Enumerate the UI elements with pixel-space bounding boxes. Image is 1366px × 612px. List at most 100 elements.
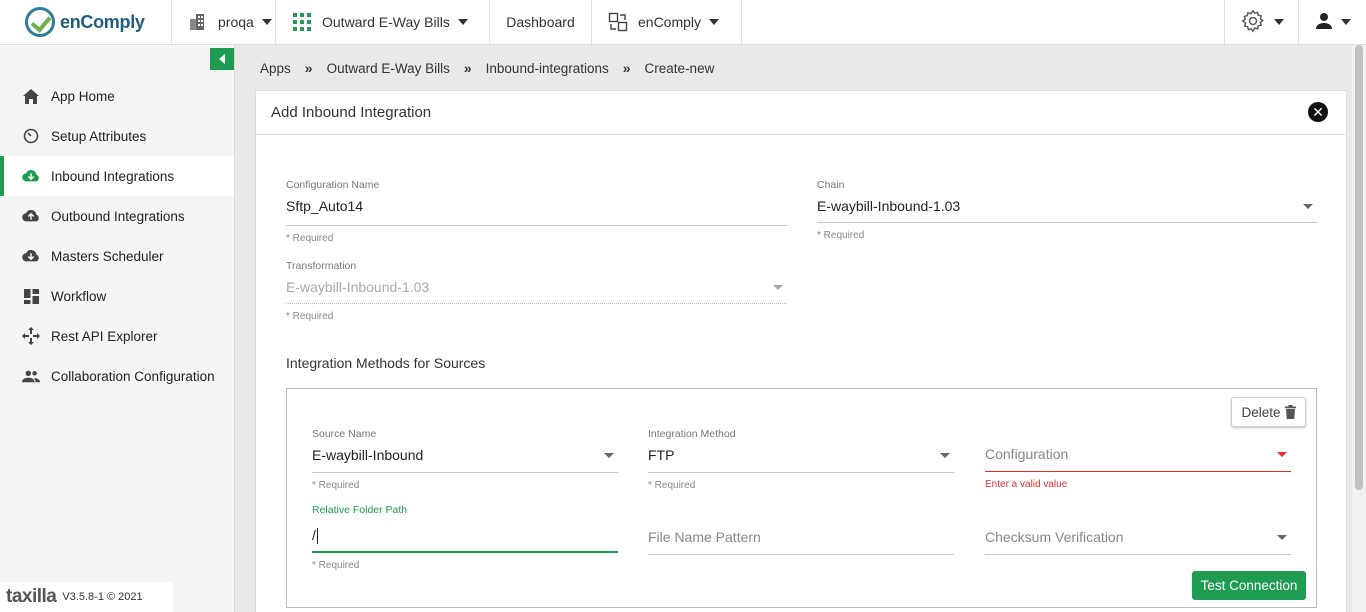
brand-name: enComply	[60, 11, 145, 32]
app-switcher[interactable]: Outward E-Way Bills	[276, 0, 490, 44]
people-icon	[22, 367, 40, 385]
taxilla-logo: taxilla	[6, 586, 57, 607]
page-scrollbar[interactable]	[1352, 45, 1366, 612]
close-icon[interactable]: ✕	[1308, 102, 1328, 122]
timer-icon	[22, 127, 40, 145]
section-title: Integration Methods for Sources	[286, 355, 486, 371]
sidebar-item-label: Inbound Integrations	[51, 168, 175, 184]
source-name-field: Source Name E-waybill-Inbound * Required	[312, 428, 618, 491]
brand-logo[interactable]: enComply	[0, 0, 172, 44]
chevron-down-icon	[940, 453, 950, 458]
scrollbar-thumb[interactable]	[1355, 45, 1363, 490]
required-hint: * Required	[312, 560, 360, 571]
chevron-down-icon	[1277, 535, 1287, 540]
cloud-download-icon	[22, 167, 40, 185]
field-label: Relative Folder Path	[312, 504, 408, 516]
org-name: proqa	[218, 14, 254, 30]
settings-menu[interactable]	[1224, 0, 1298, 44]
user-icon	[1315, 12, 1333, 33]
delete-button[interactable]: Delete	[1231, 397, 1306, 427]
gear-icon	[1240, 8, 1266, 37]
sidebar: App Home Setup Attributes Inbound Integr…	[0, 45, 235, 612]
chevron-down-icon	[457, 19, 468, 25]
cloud-download-icon	[22, 247, 40, 265]
text-cursor	[316, 528, 318, 545]
sidebar-item-label: Setup Attributes	[51, 128, 147, 144]
chevron-left-icon	[219, 54, 225, 64]
dashboard-grid-icon	[22, 287, 40, 305]
configuration-field: Configuration Enter a valid value	[985, 441, 1291, 490]
sidebar-item-collaboration-configuration[interactable]: Collaboration Configuration	[0, 356, 234, 396]
breadcrumb-apps[interactable]: Apps	[260, 61, 291, 76]
dashboard-link[interactable]: Dashboard	[490, 0, 592, 44]
integration-method-select[interactable]: FTP	[648, 447, 954, 473]
breadcrumb: Apps » Outward E-Way Bills » Inbound-int…	[260, 60, 714, 76]
sidebar-item-label: Masters Scheduler	[51, 248, 164, 264]
configuration-select[interactable]: Configuration	[985, 446, 1291, 472]
dashboard-label: Dashboard	[506, 14, 575, 30]
sidebar-item-label: App Home	[51, 88, 115, 104]
breadcrumb-separator: »	[463, 60, 472, 76]
sidebar-item-label: Rest API Explorer	[51, 328, 158, 344]
sidebar-menu: App Home Setup Attributes Inbound Integr…	[0, 76, 234, 396]
test-connection-button[interactable]: Test Connection	[1192, 571, 1306, 600]
checksum-verification-placeholder: Checksum Verification	[985, 529, 1124, 545]
relative-folder-path-field: Relative Folder Path / * Required	[312, 504, 618, 571]
chevron-down-icon	[1303, 204, 1313, 209]
chain-value: E-waybill-Inbound-1.03	[817, 198, 961, 214]
transformation-field: Transformation E-waybill-Inbound-1.03 * …	[286, 260, 787, 322]
required-hint: * Required	[312, 480, 360, 491]
file-name-pattern-field: File Name Pattern	[648, 517, 954, 555]
breadcrumb-separator: »	[622, 60, 631, 76]
chain-field: Chain E-waybill-Inbound-1.03 * Required	[817, 179, 1317, 241]
checksum-verification-select[interactable]: Checksum Verification	[985, 524, 1291, 555]
field-label: Chain	[817, 179, 845, 191]
sidebar-item-setup-attributes[interactable]: Setup Attributes	[0, 116, 234, 156]
error-hint: Enter a valid value	[985, 479, 1068, 490]
product-name: enComply	[638, 14, 702, 30]
integration-method-field: Integration Method FTP * Required	[648, 428, 954, 491]
sidebar-item-inbound-integrations[interactable]: Inbound Integrations	[0, 156, 234, 196]
chevron-down-icon	[604, 453, 614, 458]
file-name-pattern-placeholder: File Name Pattern	[648, 529, 761, 545]
product-switcher[interactable]: enComply	[592, 0, 742, 44]
sidebar-item-label: Collaboration Configuration	[51, 368, 215, 384]
transformation-select: E-waybill-Inbound-1.03	[286, 279, 787, 304]
field-label: Configuration Name	[286, 179, 380, 191]
add-integration-panel: Add Inbound Integration ✕ Configuration …	[255, 90, 1347, 612]
sidebar-item-masters-scheduler[interactable]: Masters Scheduler	[0, 236, 234, 276]
sidebar-item-workflow[interactable]: Workflow	[0, 276, 234, 316]
checksum-verification-field: Checksum Verification	[985, 517, 1291, 555]
building-icon	[188, 13, 208, 31]
chevron-down-icon	[261, 19, 272, 25]
encomply-logo-icon	[25, 7, 55, 37]
version-text: V3.5.8-1 © 2021	[62, 591, 143, 603]
chevron-down-icon	[1340, 19, 1351, 25]
breadcrumb-separator: »	[304, 60, 313, 76]
delete-label: Delete	[1241, 404, 1281, 420]
cloud-upload-icon	[22, 207, 40, 225]
footer-brand: taxilla V3.5.8-1 © 2021	[0, 582, 173, 612]
source-name-select[interactable]: E-waybill-Inbound	[312, 447, 618, 473]
field-label: Source Name	[312, 428, 377, 440]
file-name-pattern-input[interactable]: File Name Pattern	[648, 524, 954, 555]
org-switcher[interactable]: proqa	[172, 0, 276, 44]
breadcrumb-inbound[interactable]: Inbound-integrations	[486, 61, 609, 76]
sidebar-item-app-home[interactable]: App Home	[0, 76, 234, 116]
field-label: Integration Method	[648, 428, 736, 440]
configuration-name-input[interactable]: Sftp_Auto14	[286, 198, 787, 226]
relative-folder-path-input[interactable]: /	[312, 523, 618, 553]
field-label: Transformation	[286, 260, 357, 272]
transformation-value: E-waybill-Inbound-1.03	[286, 279, 430, 295]
relative-path-value: /	[312, 527, 316, 543]
sidebar-item-rest-api-explorer[interactable]: Rest API Explorer	[0, 316, 234, 356]
collapse-sidebar-button[interactable]	[210, 48, 234, 70]
sidebar-item-outbound-integrations[interactable]: Outbound Integrations	[0, 196, 234, 236]
chain-select[interactable]: E-waybill-Inbound-1.03	[817, 198, 1317, 223]
top-bar: enComply proqa Outward E-Way Bills Dashb…	[0, 0, 1366, 45]
app-name: Outward E-Way Bills	[322, 14, 450, 30]
panel-header: Add Inbound Integration	[256, 91, 1346, 135]
breadcrumb-app[interactable]: Outward E-Way Bills	[327, 61, 450, 76]
user-menu[interactable]	[1298, 0, 1366, 44]
chevron-down-icon	[709, 19, 720, 25]
